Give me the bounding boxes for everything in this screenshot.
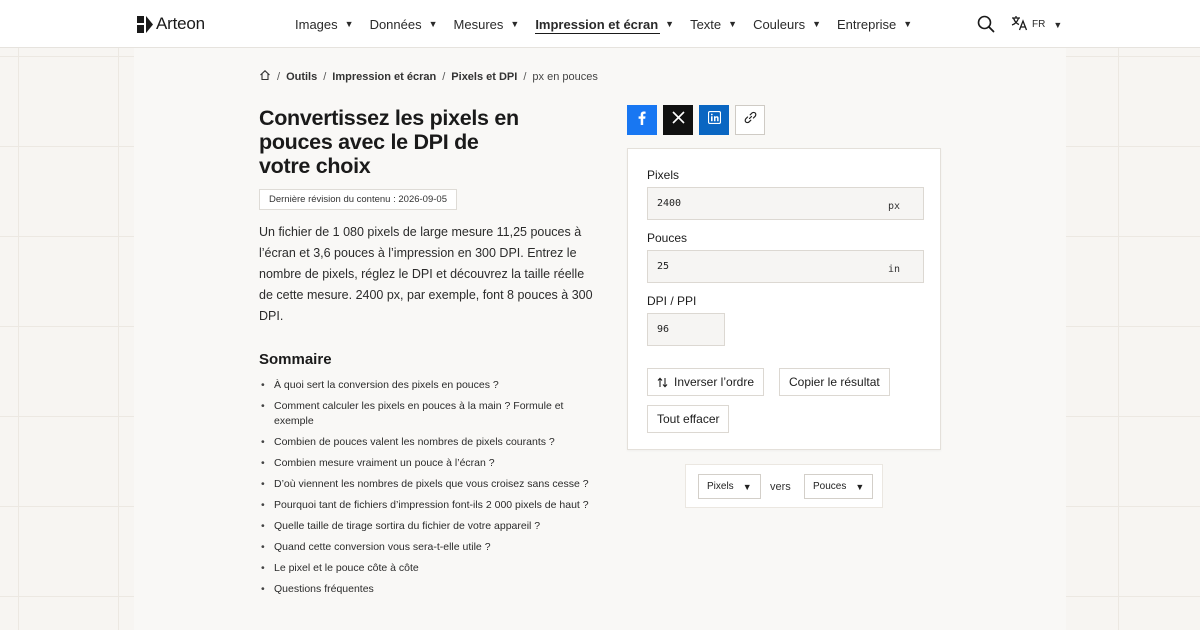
inches-unit: in <box>887 264 900 275</box>
dpi-label: DPI / PPI <box>647 294 697 308</box>
clear-all-button[interactable]: Tout effacer <box>647 405 730 433</box>
chevron-down-icon: ▼ <box>728 19 738 29</box>
chevron-down-icon: ▼ <box>903 19 913 29</box>
breadcrumb-separator: / <box>277 70 281 83</box>
nav-item-impression-et-ecran[interactable]: Impression et écran ▼ <box>535 0 674 48</box>
swap-order-label: Inverser l’ordre <box>674 375 755 389</box>
chevron-down-icon: ▼ <box>742 481 752 492</box>
search-icon[interactable] <box>977 15 995 33</box>
nav-item-mesures[interactable]: Mesures ▼ <box>454 0 520 48</box>
pixels-label: Pixels <box>647 168 680 182</box>
inches-value: 25 <box>657 261 670 272</box>
x-icon <box>671 111 685 129</box>
revision-badge: Dernière révision du contenu : 2026-09-0… <box>259 189 457 210</box>
main-nav: Images ▼ Données ▼ Mesures ▼ Impression et … <box>295 0 928 48</box>
toc-item[interactable]: Le pixel et le pouce côte à côte <box>259 561 589 576</box>
linkedin-icon <box>707 110 721 129</box>
breadcrumb-separator: / <box>523 70 527 83</box>
language-selector[interactable]: FR ▼ <box>1011 15 1062 34</box>
main-content: / Outils / Impression et écran / Pixels … <box>134 48 1066 630</box>
nav-label: Images <box>295 16 338 32</box>
swap-arrows-icon <box>657 376 668 388</box>
breadcrumb-item-outils[interactable]: Outils <box>286 71 317 83</box>
toc-item[interactable]: Pourquoi tant de fichiers d’impression f… <box>259 498 589 513</box>
toc-item[interactable]: Combien mesure vraiment un pouce à l’écr… <box>259 456 589 471</box>
link-icon <box>744 111 757 129</box>
toc-item[interactable]: D’où viennent les nombres de pixels que … <box>259 477 589 492</box>
inches-input[interactable]: 25 in <box>647 250 924 283</box>
copy-link-button[interactable] <box>735 105 765 135</box>
from-unit-select[interactable]: Pixels ▼ <box>698 474 761 499</box>
translate-icon <box>1011 15 1028 34</box>
converter-panel: Pixels 2400 px Pouces 25 in DPI / PPI 96… <box>627 148 941 450</box>
toc-item[interactable]: Combien de pouces valent les nombres de … <box>259 435 589 450</box>
share-facebook-button[interactable] <box>627 105 657 135</box>
unit-connector: vers <box>770 481 791 493</box>
toc-item[interactable]: Quand cette conversion vous sera-t-elle … <box>259 540 589 555</box>
nav-label: Données <box>369 16 422 32</box>
nav-item-entreprise[interactable]: Entreprise ▼ <box>837 0 912 48</box>
breadcrumb-separator: / <box>442 70 446 83</box>
share-linkedin-button[interactable] <box>699 105 729 135</box>
pixels-value: 2400 <box>657 198 682 209</box>
breadcrumb: / Outils / Impression et écran / Pixels … <box>259 69 598 84</box>
home-icon[interactable] <box>259 69 271 84</box>
nav-item-images[interactable]: Images ▼ <box>295 0 354 48</box>
chevron-down-icon: ▼ <box>510 19 520 29</box>
chevron-down-icon: ▼ <box>428 19 438 29</box>
to-unit-select[interactable]: Pouces ▼ <box>804 474 874 499</box>
dpi-input[interactable]: 96 <box>647 313 725 346</box>
chevron-down-icon: ▼ <box>1053 19 1063 30</box>
share-buttons <box>627 105 771 135</box>
nav-item-texte[interactable]: Texte ▼ <box>690 0 737 48</box>
nav-label: Impression et écran <box>535 16 659 32</box>
unit-selector-bar: Pixels ▼ vers Pouces ▼ <box>685 464 883 508</box>
chevron-down-icon: ▼ <box>665 19 675 29</box>
nav-item-couleurs[interactable]: Couleurs ▼ <box>753 0 821 48</box>
toc-title: Sommaire <box>259 351 332 368</box>
chevron-down-icon: ▼ <box>344 19 354 29</box>
dpi-value: 96 <box>657 324 670 335</box>
language-code: FR <box>1032 19 1046 30</box>
facebook-icon <box>638 111 646 130</box>
breadcrumb-item-impression-et-ecran[interactable]: Impression et écran <box>332 71 436 83</box>
brand-name: Arteon <box>156 14 205 33</box>
chevron-down-icon: ▼ <box>855 481 865 492</box>
chevron-down-icon: ▼ <box>812 19 822 29</box>
site-header: Arteon Images ▼ Données ▼ Mesures ▼ Impress… <box>0 0 1200 48</box>
share-x-button[interactable] <box>663 105 693 135</box>
inches-label: Pouces <box>647 231 688 245</box>
pixels-input[interactable]: 2400 px <box>647 187 924 220</box>
nav-label: Entreprise <box>837 16 897 32</box>
brand-logo[interactable]: Arteon <box>137 14 205 34</box>
nav-label: Mesures <box>453 16 504 32</box>
from-unit-value: Pixels <box>707 481 734 492</box>
nav-item-donnees[interactable]: Données ▼ <box>370 0 438 48</box>
breadcrumb-current: px en pouces <box>532 70 598 83</box>
breadcrumb-item-pixels-et-dpi[interactable]: Pixels et DPI <box>451 71 517 83</box>
toc-item[interactable]: Questions fréquentes <box>259 582 589 597</box>
breadcrumb-separator: / <box>323 70 327 83</box>
clear-all-label: Tout effacer <box>657 412 720 426</box>
intro-paragraph: Un fichier de 1 080 pixels de large mesu… <box>259 225 593 323</box>
page-title: Convertissez les pixels en pouces avec l… <box>259 106 519 178</box>
to-unit-value: Pouces <box>813 481 847 492</box>
copy-result-label: Copier le résultat <box>789 375 880 389</box>
pixels-unit: px <box>887 201 900 212</box>
swap-order-button[interactable]: Inverser l’ordre <box>647 368 765 396</box>
nav-label: Texte <box>690 16 722 32</box>
toc-item[interactable]: Quelle taille de tirage sortira du fichi… <box>259 519 589 534</box>
copy-result-button[interactable]: Copier le résultat <box>779 368 890 396</box>
table-of-contents: À quoi sert la conversion des pixels en … <box>259 378 589 603</box>
toc-item[interactable]: À quoi sert la conversion des pixels en … <box>259 378 589 393</box>
nav-label: Couleurs <box>753 16 806 32</box>
arteon-logo-icon <box>137 15 153 33</box>
toc-item[interactable]: Comment calculer les pixels en pouces à … <box>259 399 589 429</box>
